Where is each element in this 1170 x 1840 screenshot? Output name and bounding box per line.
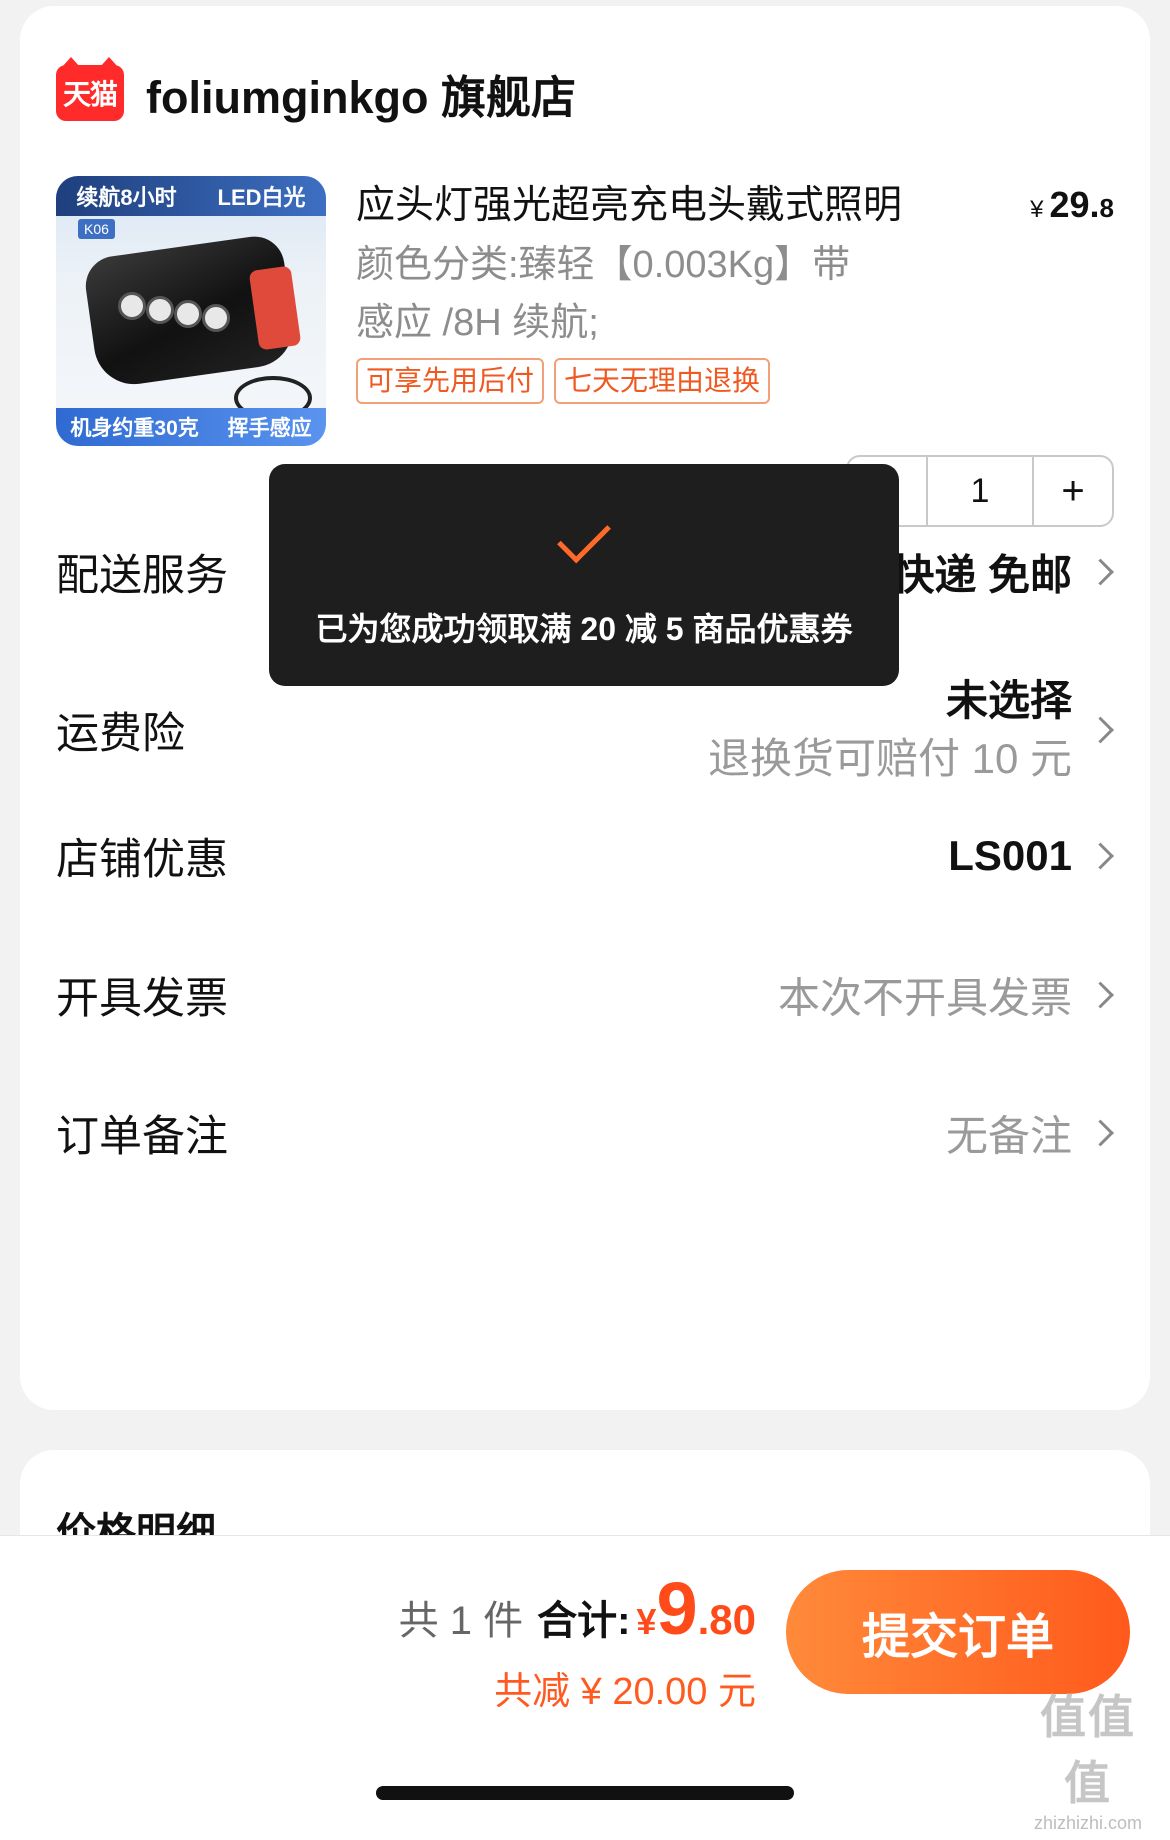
checkout-bar: 共 1 件 合计: ¥ 9 .80 共减 ¥ 20.00 元 提交订单 值值值 … xyxy=(0,1535,1170,1840)
image-model-tag: K06 xyxy=(78,219,115,239)
lens-icon xyxy=(174,300,202,328)
product-image[interactable]: 续航8小时 LED白光 K06 机身约重30克 挥手感应 xyxy=(56,176,326,446)
image-sensor-text: 挥手感应 xyxy=(227,417,312,440)
freight-insurance-value: 未选择 退换货可赔付 10 元 xyxy=(708,672,1072,788)
image-bottom-banner: 机身约重30克 挥手感应 xyxy=(56,408,326,446)
freight-insurance-note: 退换货可赔付 10 元 xyxy=(707,735,1072,782)
product-spec[interactable]: 颜色分类:臻轻【0.003Kg】带 感应 /8H 续航; xyxy=(356,236,916,352)
chevron-right-icon xyxy=(1087,558,1114,586)
store-name[interactable]: foliumginkgo 旗舰店 xyxy=(146,61,576,126)
chevron-right-icon xyxy=(1087,716,1114,744)
lens-icon xyxy=(118,292,146,320)
row-invoice[interactable]: 开具发票 本次不开具发票 xyxy=(56,945,1114,1045)
freight-insurance-label: 运费险 xyxy=(56,710,185,758)
spec-line: 感应 /8H 续航; xyxy=(356,302,599,344)
increase-button[interactable]: + xyxy=(1034,457,1112,525)
quantity-input[interactable]: 1 xyxy=(926,457,1034,525)
row-remark[interactable]: 订单备注 无备注 xyxy=(56,1083,1114,1183)
price-currency: ¥ xyxy=(1030,196,1044,223)
total-decimal: .80 xyxy=(697,1596,756,1643)
invoice-value: 本次不开具发票 xyxy=(777,974,1072,1022)
total-currency: ¥ xyxy=(636,1601,657,1642)
service-tags: 可享先用后付 七天无理由退换 xyxy=(356,358,780,404)
remark-label: 订单备注 xyxy=(56,1113,228,1161)
chevron-right-icon xyxy=(1087,842,1114,870)
product-title[interactable]: 应头灯强光超亮充电头戴式照明 xyxy=(356,174,902,230)
store-header[interactable]: 天猫 foliumginkgo 旗舰店 xyxy=(56,57,576,128)
order-total: 共 1 件 合计: ¥ 9 .80 xyxy=(398,1566,756,1650)
spec-line: 颜色分类:臻轻【0.003Kg】带 xyxy=(356,244,851,286)
check-icon xyxy=(557,509,611,564)
row-freight-insurance[interactable]: 运费险 未选择 退换货可赔付 10 元 xyxy=(56,670,1114,790)
lens-icon xyxy=(202,304,230,332)
watermark-logo: 值值值 xyxy=(1040,1691,1136,1809)
product-price: ¥29.8 xyxy=(1030,184,1114,226)
image-weight-text: 机身约重30克 xyxy=(70,417,199,440)
toast-message: 已为您成功领取满 20 减 5 商品优惠券 xyxy=(315,611,853,647)
home-indicator[interactable] xyxy=(376,1786,794,1800)
invoice-label: 开具发票 xyxy=(56,975,228,1023)
price-decimal: 8 xyxy=(1099,193,1114,223)
coupon-toast: 已为您成功领取满 20 减 5 商品优惠券 xyxy=(269,464,899,686)
remark-value: 无备注 xyxy=(945,1112,1072,1160)
chevron-right-icon xyxy=(1087,1119,1114,1147)
lens-icon xyxy=(146,296,174,324)
price-integer: 29. xyxy=(1049,184,1100,225)
tmall-logo-icon: 天猫 xyxy=(56,57,124,121)
delivery-value: 快递 免邮 xyxy=(892,551,1072,599)
watermark: 值值值 zhizhizhi.com xyxy=(1018,1681,1158,1834)
delivery-label: 配送服务 xyxy=(56,552,228,600)
total-discount[interactable]: 共减 ¥ 20.00 元 xyxy=(494,1660,756,1715)
chevron-right-icon xyxy=(1087,981,1114,1009)
tag-pay-later: 可享先用后付 xyxy=(356,358,545,404)
image-battery-text: 续航8小时 xyxy=(76,185,177,210)
total-integer: 9 xyxy=(656,1567,698,1650)
total-label: 合计: xyxy=(537,1599,631,1643)
tag-seven-day-return: 七天无理由退换 xyxy=(554,358,771,404)
image-led-text: LED白光 xyxy=(217,185,306,210)
image-top-banner: 续航8小时 LED白光 xyxy=(56,176,326,216)
submit-order-button[interactable]: 提交订单 xyxy=(786,1570,1130,1694)
store-order-card: 天猫 foliumginkgo 旗舰店 续航8小时 LED白光 K06 机身约重… xyxy=(20,6,1150,1410)
store-discount-value: LS001 xyxy=(948,832,1072,879)
item-count: 共 1 件 xyxy=(398,1599,524,1643)
store-discount-label: 店铺优惠 xyxy=(56,836,228,884)
watermark-url: zhizhizhi.com xyxy=(1033,1813,1143,1833)
row-store-discount[interactable]: 店铺优惠 LS001 xyxy=(56,806,1114,906)
